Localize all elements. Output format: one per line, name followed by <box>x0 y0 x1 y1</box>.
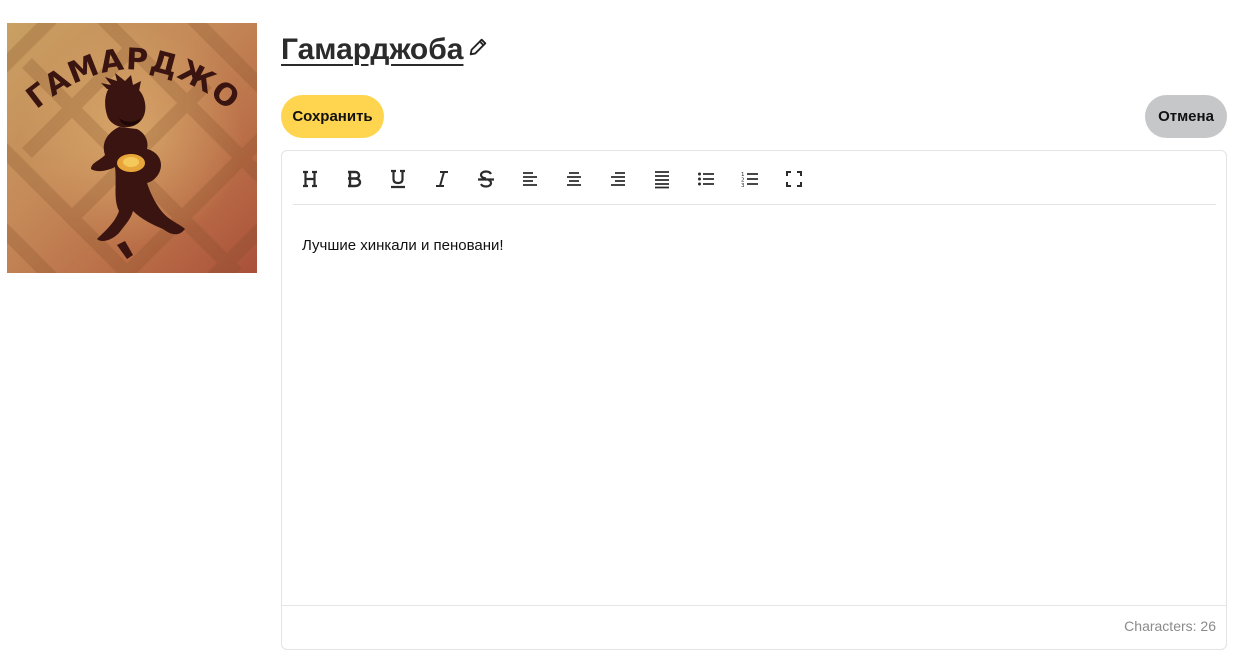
bold-icon[interactable] <box>339 165 369 193</box>
restaurant-logo-graphic: ГАМАРДЖОБА <box>7 23 257 273</box>
align-center-icon[interactable] <box>559 165 589 193</box>
svg-text:3: 3 <box>741 183 745 189</box>
editor-content[interactable]: Лучшие хинкали и пеновани! <box>302 237 504 254</box>
strikethrough-icon[interactable] <box>471 165 501 193</box>
fullscreen-icon[interactable] <box>779 165 809 193</box>
page-title[interactable]: Гамарджоба <box>281 33 463 67</box>
cancel-button[interactable]: Отмена <box>1145 95 1227 138</box>
text-editor: 123 Лучшие хинкали и пеновани! Character… <box>281 150 1227 650</box>
restaurant-logo: ГАМАРДЖОБА <box>7 23 257 273</box>
italic-icon[interactable] <box>427 165 457 193</box>
save-button[interactable]: Сохранить <box>281 95 384 138</box>
justify-icon[interactable] <box>647 165 677 193</box>
editor-footer: Characters: 26 <box>282 605 1226 649</box>
align-left-icon[interactable] <box>515 165 545 193</box>
bullet-list-icon[interactable] <box>691 165 721 193</box>
heading-icon[interactable] <box>295 165 325 193</box>
numbered-list-icon[interactable]: 123 <box>735 165 765 193</box>
title-row: Гамарджоба <box>281 30 489 70</box>
pencil-icon[interactable] <box>467 36 489 58</box>
editor-toolbar: 123 <box>293 151 1216 205</box>
align-right-icon[interactable] <box>603 165 633 193</box>
underline-icon[interactable] <box>383 165 413 193</box>
character-count: Characters: 26 <box>1124 618 1216 634</box>
